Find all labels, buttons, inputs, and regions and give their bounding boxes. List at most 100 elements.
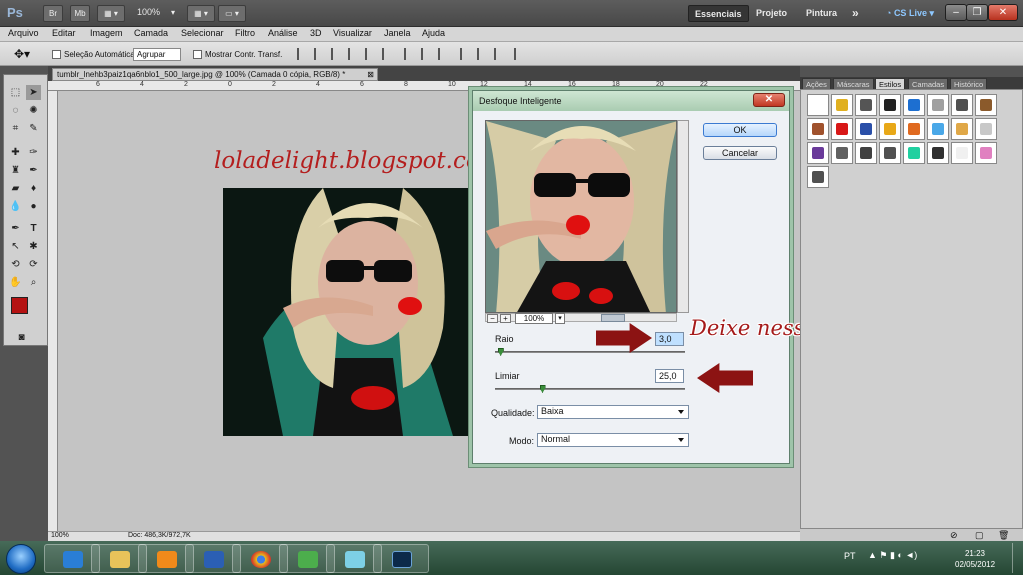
menu-analise[interactable]: Análise [268,28,298,38]
dialog-close-button[interactable]: ✕ [753,93,785,107]
preview-scrollbar-vertical[interactable] [677,120,689,313]
menu-imagem[interactable]: Imagem [90,28,123,38]
delete-style-icon[interactable]: 🗑 [998,530,1009,541]
new-style-icon[interactable]: ▢ [975,530,984,541]
eyedropper-tool-icon[interactable]: ✎ [26,121,41,136]
style-swatch[interactable] [927,118,949,140]
close-button[interactable]: ✕ [988,4,1018,21]
style-swatch[interactable] [975,142,997,164]
tab-acoes[interactable]: Ações [802,78,831,89]
style-swatch[interactable] [807,118,829,140]
threshold-input[interactable]: 25,0 [655,369,684,383]
style-swatch[interactable] [831,142,853,164]
dialog-title[interactable]: Desfoque Inteligente [473,91,789,111]
distribute-left-icon[interactable] [460,48,471,60]
clock[interactable]: 21:23 02/05/2012 [955,548,995,570]
style-swatch[interactable] [831,118,853,140]
dodge-tool-icon[interactable]: ● [26,199,41,214]
radius-input[interactable]: 3,0 [655,332,684,346]
3d-rotate-icon[interactable]: ⟲ [8,257,23,272]
document-tab[interactable]: tumblr_lnehb3paiz1qa6nblo1_500_large.jpg… [52,68,378,81]
menu-janela[interactable]: Janela [384,28,411,38]
align-bottom-icon[interactable] [331,48,342,60]
auto-align-icon[interactable] [514,48,525,60]
tab-mascaras[interactable]: Máscaras [833,78,874,89]
view-extras-button[interactable]: ▦ ▾ [97,5,125,22]
quick-select-tool-icon[interactable]: ✺ [26,103,41,118]
auto-select-dropdown[interactable]: Agrupar [133,48,181,61]
close-tab-icon[interactable]: ⊠ [367,69,374,81]
preview-zoom-in-button[interactable]: + [500,314,511,323]
distribute-hcenter-icon[interactable] [477,48,488,60]
threshold-slider-thumb[interactable] [539,385,546,393]
move-tool-icon[interactable]: ➤ [26,85,41,100]
distribute-vcenter-icon[interactable] [421,48,432,60]
restore-button[interactable]: ❐ [966,4,988,21]
style-swatch[interactable] [975,94,997,116]
menu-selecionar[interactable]: Selecionar [181,28,224,38]
blur-preview[interactable] [485,120,677,313]
zoom-dropdown-icon[interactable]: ▾ [168,5,178,22]
align-hcenter-icon[interactable] [365,48,376,60]
style-swatch[interactable] [951,94,973,116]
menu-camada[interactable]: Camada [134,28,168,38]
type-tool-icon[interactable]: T [26,221,41,236]
style-swatch[interactable] [903,94,925,116]
style-swatch[interactable] [951,142,973,164]
style-swatch[interactable] [927,94,949,116]
crop-tool-icon[interactable]: ⌗ [8,121,23,136]
threshold-slider[interactable] [495,388,685,390]
show-desktop-button[interactable] [1012,543,1022,573]
align-vcenter-icon[interactable] [314,48,325,60]
cslive-button[interactable]: ◔ CS Live ▾ [880,5,940,22]
ok-button[interactable]: OK [703,123,777,137]
style-swatch[interactable] [855,94,877,116]
paint-bucket-icon[interactable]: ♦ [26,181,41,196]
preview-zoom-value[interactable]: 100% [515,313,553,324]
tab-estilos[interactable]: Estilos [875,78,906,89]
more-workspaces-icon[interactable]: » [846,5,865,22]
preview-zoom-out-button[interactable]: − [487,314,498,323]
workspace-essenciais[interactable]: Essenciais [688,5,749,22]
style-swatch[interactable] [831,94,853,116]
bridge-button[interactable]: Br [43,5,63,22]
zoom-level[interactable]: 100% [137,7,160,17]
style-swatch[interactable] [879,118,901,140]
style-swatch[interactable] [903,118,925,140]
style-swatch[interactable] [807,166,829,188]
clone-stamp-icon[interactable]: ♜ [8,163,23,178]
menu-visualizar[interactable]: Visualizar [333,28,372,38]
mode-select[interactable]: Normal [537,433,689,447]
style-swatch[interactable] [855,142,877,164]
history-brush-icon[interactable]: ✒ [26,163,41,178]
quality-select[interactable]: Baixa [537,405,689,419]
align-top-icon[interactable] [297,48,308,60]
radius-slider[interactable] [495,351,685,353]
style-swatch[interactable] [807,142,829,164]
minimize-button[interactable]: – [945,4,967,21]
menu-editar[interactable]: Editar [52,28,76,38]
screen-mode-button[interactable]: ▭ ▾ [218,5,246,22]
blur-tool-icon[interactable]: 💧 [8,199,23,214]
menu-ajuda[interactable]: Ajuda [422,28,445,38]
style-swatch[interactable] [927,142,949,164]
lasso-tool-icon[interactable]: ◌ [8,103,23,118]
style-swatch[interactable] [807,94,829,116]
quick-mask-icon[interactable]: ◙ [14,330,29,345]
style-swatch[interactable] [975,118,997,140]
brush-tool-icon[interactable]: ✑ [26,145,41,160]
language-indicator[interactable]: PT [844,551,856,561]
show-transform-checkbox[interactable] [193,50,202,59]
foreground-color-swatch[interactable] [11,297,28,314]
distribute-bottom-icon[interactable] [438,48,449,60]
style-swatch[interactable] [879,94,901,116]
style-swatch[interactable] [855,118,877,140]
zoom-tool-icon[interactable]: ⌕ [26,275,41,290]
shape-tool-icon[interactable]: ✱ [26,239,41,254]
document-photo[interactable] [223,188,473,436]
tab-camadas[interactable]: Camadas [908,78,949,89]
auto-select-checkbox[interactable] [52,50,61,59]
preview-zoom-dropdown-icon[interactable]: ▾ [555,313,565,324]
eraser-tool-icon[interactable]: ▰ [8,181,23,196]
radius-slider-thumb[interactable] [497,348,504,356]
